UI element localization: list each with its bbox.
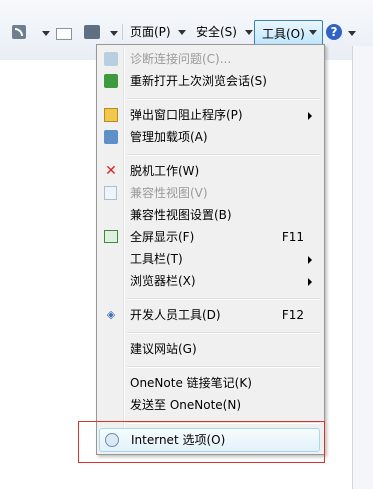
diagnose-icon bbox=[104, 52, 118, 66]
help-dropdown-icon[interactable] bbox=[348, 31, 356, 36]
menu-item-reopen-session[interactable]: 重新打开上次浏览会话(S) bbox=[99, 70, 320, 92]
menu-item-label: 浏览器栏(X) bbox=[130, 274, 196, 288]
menu-item-label: 发送至 OneNote(N) bbox=[130, 398, 241, 412]
menu-item-label: 重新打开上次浏览会话(S) bbox=[130, 74, 267, 88]
menu-item-shortcut: F11 bbox=[281, 230, 304, 244]
menu-item-explorer-bars[interactable]: 浏览器栏(X) bbox=[99, 270, 320, 292]
menu-item-onenote-linked-notes[interactable]: OneNote 链接笔记(K) bbox=[99, 372, 320, 394]
page-menu-label: 页面(P) bbox=[130, 25, 171, 39]
menu-separator bbox=[127, 366, 320, 368]
safety-menu-label: 安全(S) bbox=[196, 25, 237, 39]
menu-item-label: 诊断连接问题(C)... bbox=[130, 52, 232, 66]
menu-separator bbox=[127, 98, 320, 100]
submenu-arrow-icon bbox=[308, 256, 312, 264]
menu-item-label: OneNote 链接笔记(K) bbox=[130, 376, 252, 390]
menu-item-label: 脱机工作(W) bbox=[130, 164, 200, 178]
menu-item-label: 兼容性视图设置(B) bbox=[130, 208, 232, 222]
menu-item-label: 全屏显示(F) bbox=[130, 230, 195, 244]
page-menu-button[interactable]: 页面(P) bbox=[130, 20, 187, 44]
fullscreen-icon bbox=[104, 230, 118, 243]
menu-item-label: 兼容性视图(V) bbox=[130, 186, 208, 200]
menu-item-developer-tools[interactable]: ◈ 开发人员工具(D) F12 bbox=[99, 304, 320, 326]
menu-item-manage-addons[interactable]: 管理加载项(A) bbox=[99, 126, 320, 148]
menu-item-compat-view-settings[interactable]: 兼容性视图设置(B) bbox=[99, 204, 320, 226]
feeds-dropdown-icon[interactable] bbox=[42, 31, 50, 36]
menu-item-work-offline[interactable]: ✕ 脱机工作(W) bbox=[99, 160, 320, 182]
tools-menu-button[interactable]: 工具(O) bbox=[254, 20, 323, 46]
menu-item-label: 弹出窗口阻止程序(P) bbox=[130, 108, 243, 122]
print-dropdown-icon[interactable] bbox=[110, 31, 118, 36]
chevron-down-icon bbox=[178, 30, 187, 35]
menu-item-label: 工具栏(T) bbox=[130, 252, 183, 266]
menu-item-toolbars[interactable]: 工具栏(T) bbox=[99, 248, 320, 270]
menu-item-fullscreen[interactable]: 全屏显示(F) F11 bbox=[99, 226, 320, 248]
submenu-arrow-icon bbox=[308, 112, 312, 120]
menu-separator bbox=[127, 154, 320, 156]
read-mail-icon[interactable] bbox=[56, 28, 72, 40]
reopen-session-icon bbox=[104, 74, 118, 88]
compat-view-icon bbox=[104, 186, 117, 200]
manage-addons-icon bbox=[104, 130, 118, 144]
menu-item-popup-blocker[interactable]: 弹出窗口阻止程序(P) bbox=[99, 104, 320, 126]
chevron-down-icon bbox=[309, 30, 317, 35]
page-scrollbar[interactable] bbox=[352, 46, 373, 489]
menu-item-compat-view: 兼容性视图(V) bbox=[99, 182, 320, 204]
menu-item-shortcut: F12 bbox=[281, 308, 304, 322]
feeds-icon[interactable] bbox=[12, 25, 26, 39]
developer-tools-icon: ◈ bbox=[106, 308, 116, 321]
menu-item-suggested-sites[interactable]: 建议网站(G) bbox=[99, 338, 320, 360]
toolbar-separator bbox=[122, 24, 123, 40]
safety-menu-button[interactable]: 安全(S) bbox=[196, 20, 253, 44]
help-icon[interactable]: ? bbox=[326, 24, 342, 40]
menu-separator bbox=[127, 298, 320, 300]
menu-item-diagnose: 诊断连接问题(C)... bbox=[99, 48, 320, 70]
menu-separator bbox=[127, 332, 320, 334]
chevron-down-icon bbox=[244, 30, 253, 35]
menu-item-send-to-onenote[interactable]: 发送至 OneNote(N) bbox=[99, 394, 320, 416]
menu-item-label: 开发人员工具(D) bbox=[130, 308, 221, 322]
print-icon[interactable] bbox=[84, 25, 100, 39]
menu-item-label: 建议网站(G) bbox=[130, 342, 197, 356]
tools-menu: 诊断连接问题(C)... 重新打开上次浏览会话(S) 弹出窗口阻止程序(P) 管… bbox=[96, 44, 325, 455]
submenu-arrow-icon bbox=[308, 278, 312, 286]
menu-item-label: 管理加载项(A) bbox=[130, 130, 208, 144]
popup-blocker-icon bbox=[104, 108, 118, 122]
tools-menu-label: 工具(O) bbox=[262, 27, 305, 41]
work-offline-icon: ✕ bbox=[105, 163, 117, 179]
annotation-highlight-box bbox=[78, 421, 325, 463]
